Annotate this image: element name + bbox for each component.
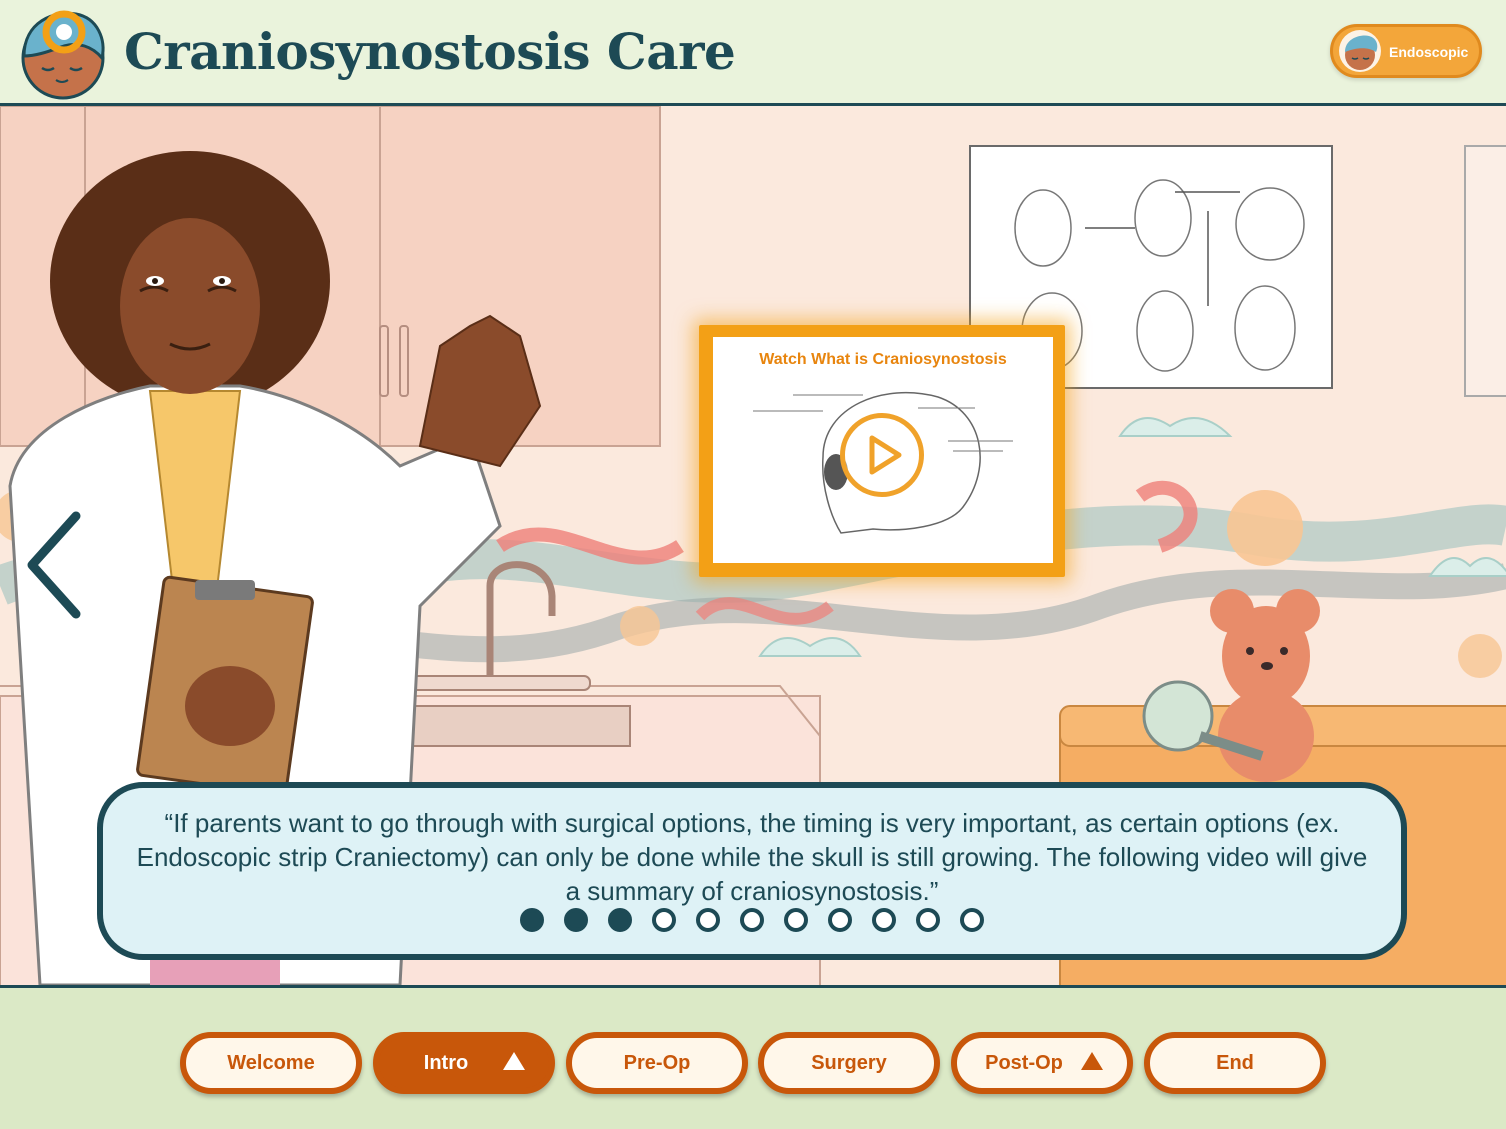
nav-welcome-button[interactable]: Welcome (180, 1032, 362, 1094)
nav-welcome-label: Welcome (227, 1051, 315, 1074)
dialogue-box: “If parents want to go through with surg… (97, 782, 1407, 960)
nav-intro-label: Intro (423, 1051, 469, 1074)
nav-surgery-label: Surgery (811, 1051, 887, 1074)
expand-up-icon (503, 1052, 525, 1070)
clinic-scene: Watch What is Craniosynostosis “If paren… (0, 106, 1506, 985)
baby-avatar-icon (1339, 30, 1381, 72)
progress-dot[interactable] (872, 908, 896, 932)
slide-progress-dots (103, 908, 1401, 932)
video-thumbnail: Watch What is Craniosynostosis (713, 337, 1053, 563)
progress-dot[interactable] (696, 908, 720, 932)
progress-dot[interactable] (784, 908, 808, 932)
progress-dot[interactable] (608, 908, 632, 932)
progress-dot[interactable] (740, 908, 764, 932)
nav-end-label: End (1216, 1051, 1254, 1074)
app-logo-icon (21, 10, 105, 100)
previous-slide-button[interactable] (20, 510, 90, 620)
progress-dot[interactable] (652, 908, 676, 932)
chevron-left-icon (27, 511, 81, 619)
progress-dot[interactable] (960, 908, 984, 932)
play-video-button[interactable] (840, 413, 924, 497)
section-nav-bar: Welcome Intro Pre-Op Surgery Post-Op End (0, 985, 1506, 1129)
nav-end-button[interactable]: End (1144, 1032, 1326, 1094)
nav-pre-op-label: Pre-Op (623, 1051, 691, 1074)
play-icon (869, 435, 902, 475)
nav-post-op-label: Post-Op (985, 1051, 1063, 1074)
surgery-mode-toggle[interactable]: Endoscopic (1330, 24, 1482, 78)
app-header: Craniosynostosis Care Endoscopic (0, 0, 1506, 106)
progress-dot[interactable] (564, 908, 588, 932)
mode-badge-label: Endoscopic (1389, 44, 1469, 60)
app-title: Craniosynostosis Care (124, 22, 736, 81)
video-card[interactable]: Watch What is Craniosynostosis (699, 325, 1065, 577)
nav-intro-button[interactable]: Intro (373, 1032, 555, 1094)
dialogue-text: “If parents want to go through with surg… (136, 808, 1368, 906)
progress-dot[interactable] (916, 908, 940, 932)
nav-post-op-button[interactable]: Post-Op (951, 1032, 1133, 1094)
expand-up-icon (1081, 1052, 1103, 1070)
nav-surgery-button[interactable]: Surgery (758, 1032, 940, 1094)
progress-dot[interactable] (828, 908, 852, 932)
nav-pre-op-button[interactable]: Pre-Op (566, 1032, 748, 1094)
progress-dot[interactable] (520, 908, 544, 932)
